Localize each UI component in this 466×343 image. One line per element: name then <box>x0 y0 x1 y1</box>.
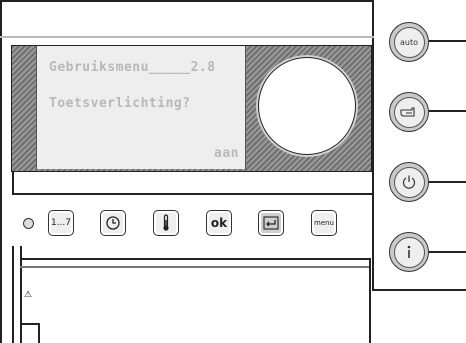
power-button-face <box>393 166 425 198</box>
ok-icon: ok <box>210 216 228 230</box>
panel-left-edge <box>0 0 2 343</box>
temperature-key[interactable] <box>153 210 179 236</box>
cover-latch <box>20 323 40 325</box>
power-button-leader <box>429 181 466 183</box>
warning-icon: ⚠ <box>24 290 33 300</box>
ok-key[interactable]: ok <box>206 210 232 236</box>
menu-title-row: Gebruiksmenu_____2.8 <box>49 60 216 75</box>
side-panel-bottom <box>372 289 466 291</box>
auto-mode-icon: auto <box>393 26 425 58</box>
info-button-face <box>393 236 425 268</box>
power-button[interactable] <box>389 162 429 202</box>
cover-top-line-2 <box>20 266 370 268</box>
info-button-leader <box>429 251 466 253</box>
cover-left-edge <box>12 246 14 343</box>
program-key[interactable]: 1...7 <box>48 210 74 236</box>
hand-icon <box>400 107 415 117</box>
info-icon <box>407 245 411 258</box>
clock-key[interactable] <box>100 210 126 236</box>
menu-key[interactable]: menu <box>311 210 337 236</box>
cover-latch-side <box>38 323 40 343</box>
hinge-left <box>12 172 14 194</box>
panel-header-line <box>0 36 374 38</box>
cover-top-line <box>20 258 370 260</box>
back-key[interactable] <box>258 210 284 236</box>
cover-right-edge <box>369 258 371 343</box>
panel-divider <box>372 0 374 290</box>
auto-button-leader <box>429 40 466 42</box>
keypad-top-line <box>12 193 374 195</box>
rotary-dial[interactable] <box>258 57 356 155</box>
value-text: aan <box>214 146 239 161</box>
manual-button-leader <box>429 110 466 112</box>
power-icon <box>402 175 416 189</box>
auto-button[interactable]: auto <box>389 22 429 62</box>
menu-number: 2.8 <box>190 60 216 75</box>
question-text: Toetsverlichting? <box>49 96 191 111</box>
info-button[interactable] <box>389 232 429 272</box>
status-led <box>23 218 34 229</box>
program-days-icon: 1...7 <box>50 218 72 228</box>
manual-button-face <box>393 96 425 128</box>
menu-dots: _____ <box>148 60 191 75</box>
return-arrow-icon <box>263 216 279 230</box>
panel-top-edge <box>0 0 374 2</box>
manual-button[interactable] <box>389 92 429 132</box>
thermometer-icon <box>163 214 169 231</box>
menu-icon: menu <box>314 219 334 227</box>
clock-icon <box>106 216 120 230</box>
menu-title: Gebruiksmenu <box>49 60 149 75</box>
cover-inner-left-edge <box>20 246 22 343</box>
lcd-display: Gebruiksmenu_____2.8 Toetsverlichting? a… <box>36 46 246 169</box>
